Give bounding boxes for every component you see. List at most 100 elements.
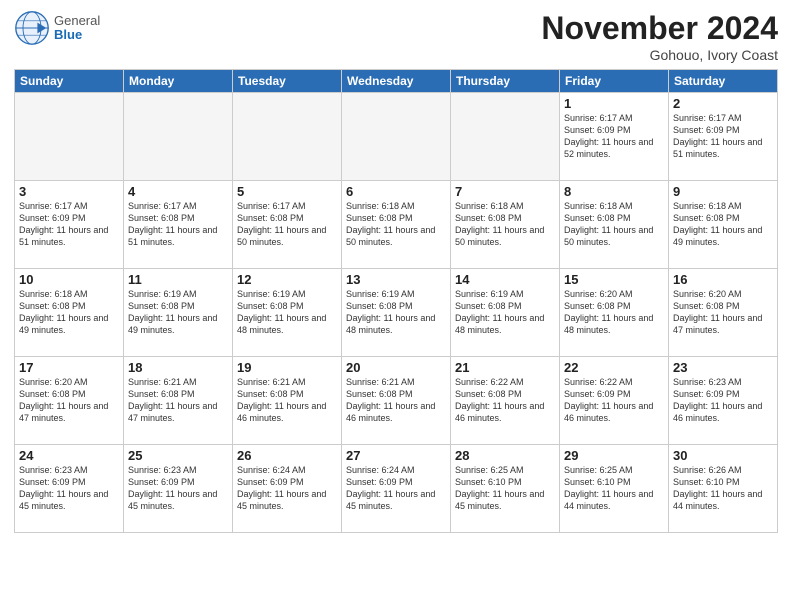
day-info: Sunrise: 6:18 AM Sunset: 6:08 PM Dayligh… [455,200,555,249]
calendar-cell: 1Sunrise: 6:17 AM Sunset: 6:09 PM Daylig… [560,93,669,181]
logo-blue-text: Blue [54,28,100,42]
day-info: Sunrise: 6:21 AM Sunset: 6:08 PM Dayligh… [237,376,337,425]
calendar-cell: 20Sunrise: 6:21 AM Sunset: 6:08 PM Dayli… [342,357,451,445]
calendar-cell: 26Sunrise: 6:24 AM Sunset: 6:09 PM Dayli… [233,445,342,533]
calendar-week-3: 17Sunrise: 6:20 AM Sunset: 6:08 PM Dayli… [15,357,778,445]
header-monday: Monday [124,70,233,93]
day-number: 26 [237,448,337,463]
calendar-cell: 7Sunrise: 6:18 AM Sunset: 6:08 PM Daylig… [451,181,560,269]
day-info: Sunrise: 6:24 AM Sunset: 6:09 PM Dayligh… [237,464,337,513]
day-number: 23 [673,360,773,375]
day-info: Sunrise: 6:21 AM Sunset: 6:08 PM Dayligh… [346,376,446,425]
calendar-cell [15,93,124,181]
day-number: 1 [564,96,664,111]
day-number: 28 [455,448,555,463]
calendar-cell: 9Sunrise: 6:18 AM Sunset: 6:08 PM Daylig… [669,181,778,269]
day-info: Sunrise: 6:17 AM Sunset: 6:08 PM Dayligh… [128,200,228,249]
day-number: 10 [19,272,119,287]
calendar-cell: 27Sunrise: 6:24 AM Sunset: 6:09 PM Dayli… [342,445,451,533]
day-number: 7 [455,184,555,199]
day-info: Sunrise: 6:26 AM Sunset: 6:10 PM Dayligh… [673,464,773,513]
day-info: Sunrise: 6:22 AM Sunset: 6:08 PM Dayligh… [455,376,555,425]
day-number: 12 [237,272,337,287]
calendar-cell [233,93,342,181]
calendar-cell: 12Sunrise: 6:19 AM Sunset: 6:08 PM Dayli… [233,269,342,357]
calendar-cell: 14Sunrise: 6:19 AM Sunset: 6:08 PM Dayli… [451,269,560,357]
calendar-cell: 24Sunrise: 6:23 AM Sunset: 6:09 PM Dayli… [15,445,124,533]
day-number: 14 [455,272,555,287]
day-info: Sunrise: 6:23 AM Sunset: 6:09 PM Dayligh… [128,464,228,513]
day-number: 22 [564,360,664,375]
day-info: Sunrise: 6:17 AM Sunset: 6:08 PM Dayligh… [237,200,337,249]
day-number: 4 [128,184,228,199]
day-number: 18 [128,360,228,375]
calendar-cell: 2Sunrise: 6:17 AM Sunset: 6:09 PM Daylig… [669,93,778,181]
day-number: 3 [19,184,119,199]
day-info: Sunrise: 6:19 AM Sunset: 6:08 PM Dayligh… [128,288,228,337]
calendar-cell [124,93,233,181]
calendar-cell: 21Sunrise: 6:22 AM Sunset: 6:08 PM Dayli… [451,357,560,445]
calendar-cell [342,93,451,181]
logo: General Blue [14,10,100,46]
title-block: November 2024 Gohouo, Ivory Coast [541,10,778,63]
calendar-cell: 28Sunrise: 6:25 AM Sunset: 6:10 PM Dayli… [451,445,560,533]
logo-icon [14,10,50,46]
calendar-cell: 13Sunrise: 6:19 AM Sunset: 6:08 PM Dayli… [342,269,451,357]
day-number: 8 [564,184,664,199]
header-tuesday: Tuesday [233,70,342,93]
day-info: Sunrise: 6:17 AM Sunset: 6:09 PM Dayligh… [673,112,773,161]
calendar-cell: 15Sunrise: 6:20 AM Sunset: 6:08 PM Dayli… [560,269,669,357]
day-number: 17 [19,360,119,375]
day-number: 29 [564,448,664,463]
logo-text: General Blue [54,14,100,43]
calendar-cell: 19Sunrise: 6:21 AM Sunset: 6:08 PM Dayli… [233,357,342,445]
calendar-week-1: 3Sunrise: 6:17 AM Sunset: 6:09 PM Daylig… [15,181,778,269]
day-number: 27 [346,448,446,463]
day-info: Sunrise: 6:18 AM Sunset: 6:08 PM Dayligh… [564,200,664,249]
page: General Blue November 2024 Gohouo, Ivory… [0,0,792,612]
calendar-cell: 29Sunrise: 6:25 AM Sunset: 6:10 PM Dayli… [560,445,669,533]
calendar-cell: 5Sunrise: 6:17 AM Sunset: 6:08 PM Daylig… [233,181,342,269]
day-info: Sunrise: 6:21 AM Sunset: 6:08 PM Dayligh… [128,376,228,425]
day-info: Sunrise: 6:19 AM Sunset: 6:08 PM Dayligh… [455,288,555,337]
calendar-cell: 3Sunrise: 6:17 AM Sunset: 6:09 PM Daylig… [15,181,124,269]
calendar-cell: 25Sunrise: 6:23 AM Sunset: 6:09 PM Dayli… [124,445,233,533]
day-number: 21 [455,360,555,375]
day-number: 25 [128,448,228,463]
day-info: Sunrise: 6:24 AM Sunset: 6:09 PM Dayligh… [346,464,446,513]
day-number: 15 [564,272,664,287]
day-info: Sunrise: 6:20 AM Sunset: 6:08 PM Dayligh… [19,376,119,425]
day-number: 19 [237,360,337,375]
month-title: November 2024 [541,10,778,47]
day-info: Sunrise: 6:23 AM Sunset: 6:09 PM Dayligh… [19,464,119,513]
header: General Blue November 2024 Gohouo, Ivory… [14,10,778,63]
header-thursday: Thursday [451,70,560,93]
header-friday: Friday [560,70,669,93]
calendar-table: Sunday Monday Tuesday Wednesday Thursday… [14,69,778,533]
weekday-header-row: Sunday Monday Tuesday Wednesday Thursday… [15,70,778,93]
day-number: 5 [237,184,337,199]
day-info: Sunrise: 6:19 AM Sunset: 6:08 PM Dayligh… [346,288,446,337]
calendar-cell: 6Sunrise: 6:18 AM Sunset: 6:08 PM Daylig… [342,181,451,269]
calendar-cell: 11Sunrise: 6:19 AM Sunset: 6:08 PM Dayli… [124,269,233,357]
location: Gohouo, Ivory Coast [541,47,778,63]
calendar-cell: 17Sunrise: 6:20 AM Sunset: 6:08 PM Dayli… [15,357,124,445]
logo-general-text: General [54,14,100,28]
calendar-week-2: 10Sunrise: 6:18 AM Sunset: 6:08 PM Dayli… [15,269,778,357]
calendar-cell: 30Sunrise: 6:26 AM Sunset: 6:10 PM Dayli… [669,445,778,533]
day-info: Sunrise: 6:17 AM Sunset: 6:09 PM Dayligh… [19,200,119,249]
day-info: Sunrise: 6:23 AM Sunset: 6:09 PM Dayligh… [673,376,773,425]
calendar-week-4: 24Sunrise: 6:23 AM Sunset: 6:09 PM Dayli… [15,445,778,533]
day-info: Sunrise: 6:25 AM Sunset: 6:10 PM Dayligh… [564,464,664,513]
calendar-cell: 8Sunrise: 6:18 AM Sunset: 6:08 PM Daylig… [560,181,669,269]
calendar-cell: 16Sunrise: 6:20 AM Sunset: 6:08 PM Dayli… [669,269,778,357]
header-sunday: Sunday [15,70,124,93]
day-number: 20 [346,360,446,375]
calendar-week-0: 1 Sunrise: 6:17 AM Sunset: 6:09 PM Daylig… [15,93,778,181]
day-number: 9 [673,184,773,199]
day-info: Sunrise: 6:25 AM Sunset: 6:10 PM Dayligh… [455,464,555,513]
day-info: Sunrise: 6:18 AM Sunset: 6:08 PM Dayligh… [673,200,773,249]
day-number: 24 [19,448,119,463]
calendar-cell: 10Sunrise: 6:18 AM Sunset: 6:08 PM Dayli… [15,269,124,357]
day-info: Sunrise: 6:20 AM Sunset: 6:08 PM Dayligh… [564,288,664,337]
